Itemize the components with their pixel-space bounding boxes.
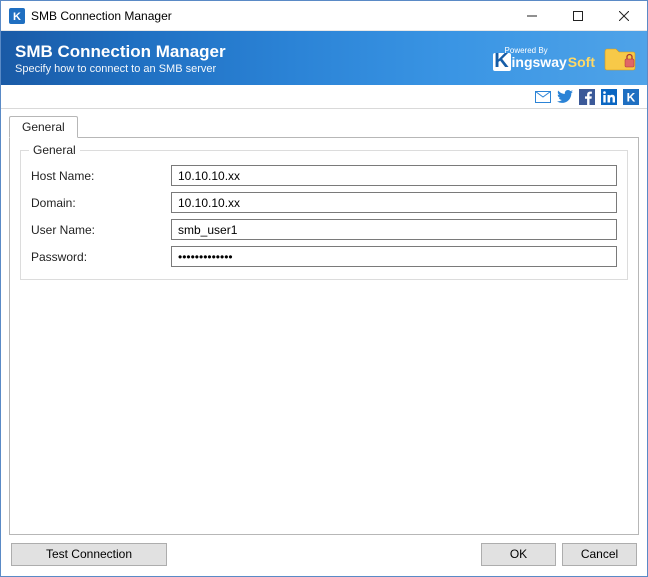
fieldset-general: General Host Name: Domain: User Name: Pa… — [20, 150, 628, 280]
facebook-icon[interactable] — [579, 89, 595, 105]
social-bar: K — [1, 85, 647, 109]
close-button[interactable] — [601, 1, 647, 30]
k-icon[interactable]: K — [623, 89, 639, 105]
linkedin-icon[interactable] — [601, 89, 617, 105]
user-name-label: User Name: — [31, 223, 171, 237]
twitter-icon[interactable] — [557, 89, 573, 105]
window: K SMB Connection Manager SMB Connection … — [0, 0, 648, 577]
maximize-button[interactable] — [555, 1, 601, 30]
logo-text-2: Soft — [568, 54, 595, 70]
window-controls — [509, 1, 647, 30]
window-title: SMB Connection Manager — [31, 9, 172, 23]
kingswaysoft-logo: K ingsway Soft — [493, 53, 595, 71]
folder-lock-icon — [603, 44, 637, 72]
minimize-button[interactable] — [509, 1, 555, 30]
user-name-input[interactable] — [171, 219, 617, 240]
tab-general[interactable]: General — [9, 116, 78, 138]
app-icon: K — [9, 8, 25, 24]
body-area: General General Host Name: Domain: User … — [1, 109, 647, 540]
svg-text:K: K — [627, 90, 636, 104]
fieldset-legend: General — [29, 143, 80, 157]
password-label: Password: — [31, 250, 171, 264]
test-connection-button[interactable]: Test Connection — [11, 543, 167, 566]
password-input[interactable] — [171, 246, 617, 267]
domain-input[interactable] — [171, 192, 617, 213]
tabstrip: General — [9, 116, 639, 137]
powered-by: Powered By K ingsway Soft — [493, 46, 595, 71]
header-title: SMB Connection Manager — [15, 42, 226, 62]
tab-panel-general: General Host Name: Domain: User Name: Pa… — [9, 137, 639, 535]
host-name-label: Host Name: — [31, 169, 171, 183]
cancel-button[interactable]: Cancel — [562, 543, 637, 566]
logo-k-icon: K — [493, 53, 511, 71]
host-name-input[interactable] — [171, 165, 617, 186]
logo-text-1: ingsway — [512, 54, 567, 70]
header: SMB Connection Manager Specify how to co… — [1, 31, 647, 85]
ok-button[interactable]: OK — [481, 543, 556, 566]
footer: Test Connection OK Cancel — [1, 540, 647, 576]
titlebar: K SMB Connection Manager — [1, 1, 647, 31]
email-icon[interactable] — [535, 89, 551, 105]
domain-label: Domain: — [31, 196, 171, 210]
header-subtitle: Specify how to connect to an SMB server — [15, 63, 226, 75]
svg-text:K: K — [13, 11, 21, 23]
